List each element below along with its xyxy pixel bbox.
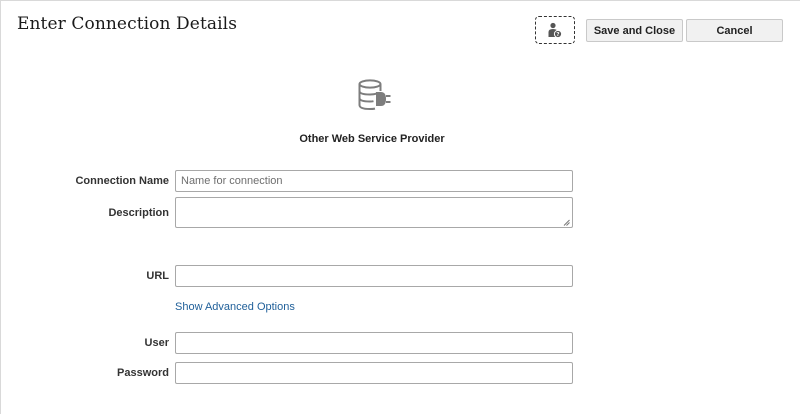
url-input[interactable] (175, 265, 573, 287)
description-label: Description (108, 207, 169, 219)
user-label: User (144, 337, 169, 349)
user-input[interactable] (175, 332, 573, 354)
connection-name-input[interactable] (175, 170, 573, 192)
password-label: Password (117, 367, 169, 379)
description-textarea[interactable] (175, 197, 573, 228)
save-and-close-button[interactable]: Save and Close (586, 19, 683, 42)
resize-grip-icon[interactable] (563, 219, 570, 226)
show-advanced-options-link[interactable]: Show Advanced Options (175, 301, 295, 313)
url-label: URL (146, 270, 169, 282)
page-title: Enter Connection Details (17, 14, 238, 34)
cancel-button[interactable]: Cancel (686, 19, 783, 42)
connection-name-label: Connection Name (75, 175, 169, 187)
svg-text:?: ? (556, 32, 559, 38)
database-plug-icon (356, 79, 392, 118)
help-person-icon: ? (548, 22, 562, 38)
provider-name: Other Web Service Provider (299, 133, 445, 145)
password-input[interactable] (175, 362, 573, 384)
help-button[interactable]: ? (535, 16, 575, 44)
